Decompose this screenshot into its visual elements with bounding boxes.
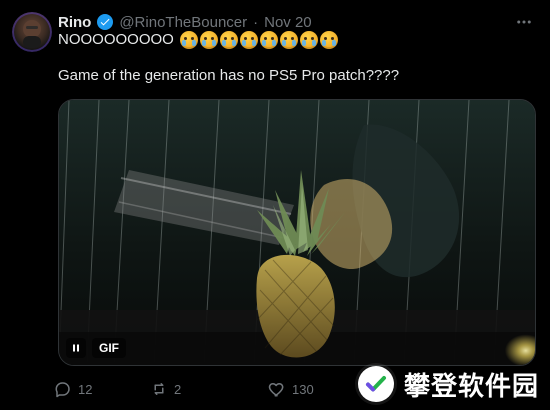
gif-badge: GIF: [92, 338, 126, 358]
heart-icon: [268, 380, 286, 398]
like-action[interactable]: 130: [268, 380, 362, 398]
post-text-noooo: NOOOOOOOOO: [58, 31, 174, 48]
reply-icon: [54, 380, 72, 398]
verified-badge-icon: [97, 14, 114, 30]
crying-emoji-icon: [299, 31, 318, 49]
like-count: 130: [292, 381, 314, 397]
post-text-line-2: Game of the generation has no PS5 Pro pa…: [58, 67, 400, 84]
header-separator: ·: [253, 13, 259, 31]
gif-frame: [59, 100, 535, 365]
watermark-text: 攀登软件园: [404, 371, 540, 402]
more-horizontal-icon[interactable]: [510, 12, 538, 32]
repost-count: 2: [174, 381, 182, 397]
gif-media[interactable]: [58, 99, 536, 366]
watermark: 攀登软件园: [358, 360, 548, 408]
crying-emoji-icon: [239, 31, 258, 49]
gif-controls: GIF: [66, 338, 126, 358]
repost-action[interactable]: 2: [150, 380, 268, 398]
author-handle[interactable]: @RinoTheBouncer: [119, 14, 247, 31]
watermark-check-icon: [366, 376, 386, 392]
heart-outline-icon: [268, 383, 284, 397]
reply-action[interactable]: 12: [54, 380, 150, 398]
crying-emoji-row: [179, 31, 338, 49]
pause-bars-icon: [73, 344, 79, 352]
pause-icon[interactable]: [66, 338, 86, 358]
repost-arrows-icon: [154, 383, 164, 395]
crying-emoji-icon: [279, 31, 298, 49]
crying-emoji-icon: [199, 31, 218, 49]
post-date[interactable]: Nov 20: [264, 14, 312, 31]
avatar-ring: [12, 12, 52, 52]
repost-icon: [150, 380, 168, 398]
reply-bubble-icon: [55, 382, 70, 398]
author-avatar[interactable]: [12, 12, 52, 52]
author-name[interactable]: Rino: [58, 14, 91, 31]
crying-emoji-icon: [179, 31, 198, 49]
post-header: Rino @RinoTheBouncer · Nov 20: [58, 12, 538, 32]
checkmark-icon: [101, 18, 110, 26]
crying-emoji-icon: [319, 31, 338, 49]
crying-emoji-icon: [219, 31, 238, 49]
reply-count: 12: [78, 381, 93, 397]
more-dots-icon: [517, 20, 531, 24]
watermark-logo-icon: [358, 366, 394, 402]
crying-emoji-icon: [259, 31, 278, 49]
post-text-line-1: NOOOOOOOOO: [58, 30, 518, 50]
